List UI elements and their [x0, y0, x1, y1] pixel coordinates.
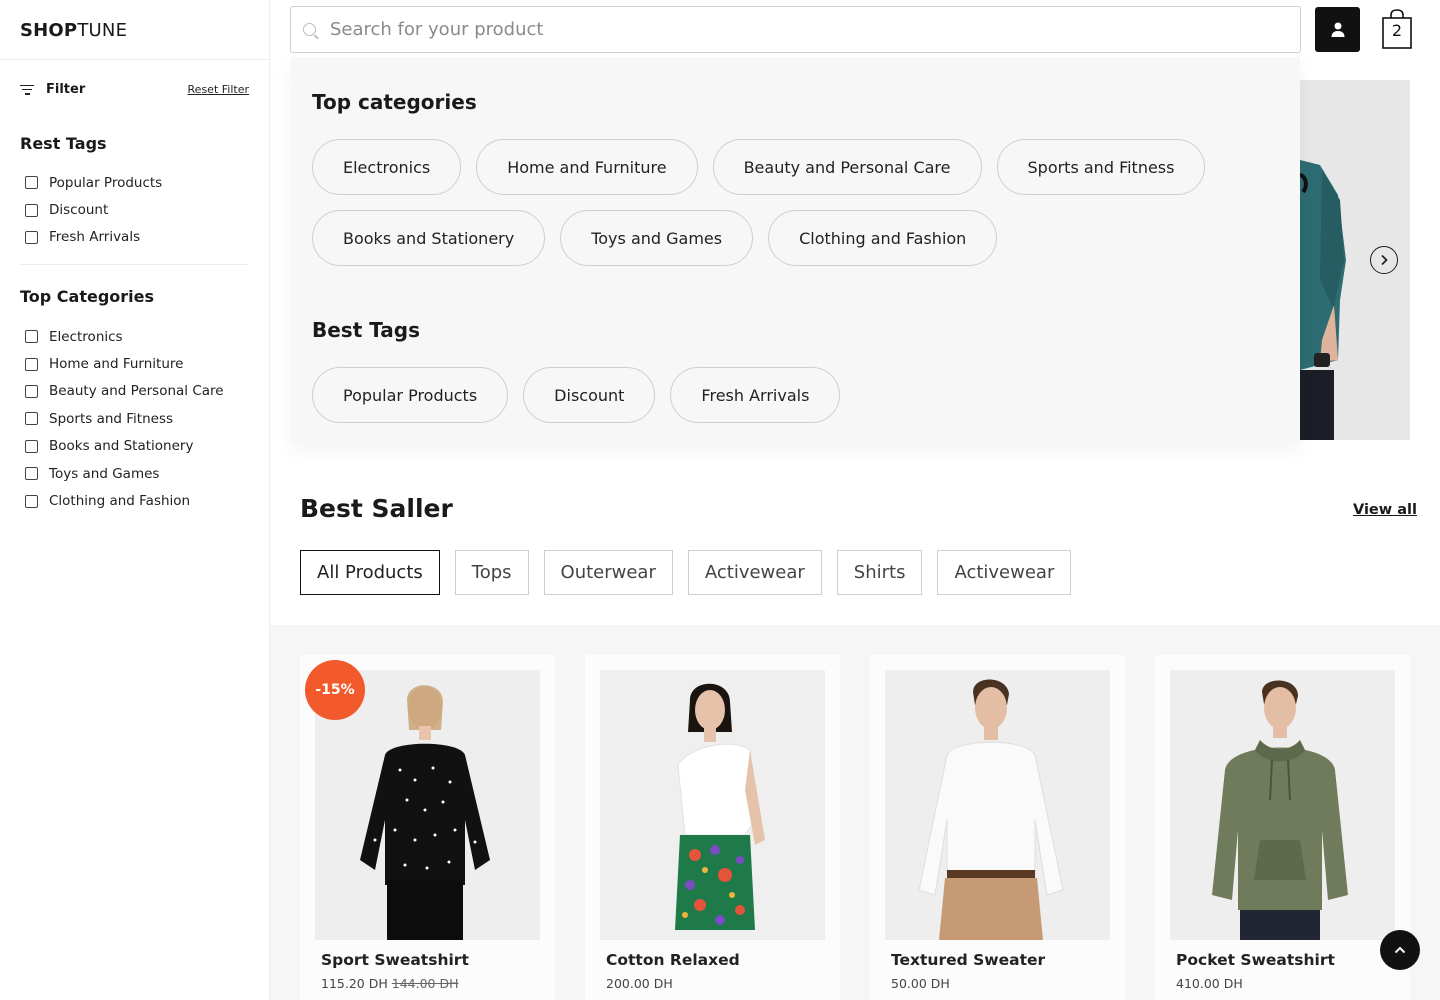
category-item[interactable]: Sports and Fitness	[25, 405, 224, 432]
tab-activewear-2[interactable]: Activewear	[937, 550, 1072, 595]
product-card[interactable]: Textured Sweater 50.00 DH	[870, 655, 1125, 1000]
product-name[interactable]: Textured Sweater	[891, 951, 1045, 969]
product-name[interactable]: Sport Sweatshirt	[321, 951, 469, 969]
tab-activewear[interactable]: Activewear	[687, 550, 822, 595]
search-icon	[303, 23, 316, 36]
tag-chips-row: Popular Products Discount Fresh Arrivals	[312, 367, 841, 423]
product-card[interactable]: Cotton Relaxed 200.00 DH	[585, 655, 840, 1000]
search-input[interactable]	[330, 19, 1230, 40]
view-all-link[interactable]: View all	[1353, 502, 1417, 518]
category-chip[interactable]: Books and Stationery	[312, 210, 546, 266]
dropdown-categories-title: Top categories	[312, 90, 477, 114]
search-dropdown: Top categories Electronics Home and Furn…	[291, 57, 1300, 442]
category-chip[interactable]: Beauty and Personal Care	[712, 139, 982, 195]
filter-toggle[interactable]: Filter	[20, 82, 85, 97]
rest-tag-item[interactable]: Fresh Arrivals	[25, 224, 162, 251]
top-categories-title: Top Categories	[20, 287, 155, 306]
product-price: 200.00 DH	[606, 976, 673, 991]
user-icon	[1331, 22, 1344, 37]
filter-icon	[20, 84, 34, 95]
discount-badge: -15%	[305, 660, 365, 720]
product-price: 50.00 DH	[891, 976, 950, 991]
checkbox[interactable]	[25, 439, 38, 453]
chevron-up-icon	[1394, 946, 1406, 954]
filter-label: Filter	[46, 82, 86, 97]
dropdown-tags-title: Best Tags	[312, 318, 421, 342]
product-price: 115.20 DH 144.00 DH	[321, 976, 459, 991]
best-seller-title: Best Saller	[300, 494, 453, 523]
product-image[interactable]	[1170, 670, 1395, 940]
tag-chip[interactable]: Popular Products	[312, 367, 509, 423]
checkbox[interactable]	[25, 230, 38, 244]
cart-count: 2	[1391, 21, 1403, 40]
rest-tags-list: Popular Products Discount Fresh Arrivals	[25, 169, 162, 251]
product-price: 410.00 DH	[1176, 976, 1243, 991]
tab-shirts[interactable]: Shirts	[836, 550, 923, 595]
checkbox[interactable]	[25, 330, 38, 344]
scroll-to-top-button[interactable]	[1380, 930, 1420, 970]
checkbox[interactable]	[25, 384, 38, 398]
checkbox[interactable]	[25, 494, 38, 508]
checkbox[interactable]	[25, 203, 38, 217]
tag-chip[interactable]: Discount	[523, 367, 656, 423]
category-item[interactable]: Home and Furniture	[25, 350, 224, 377]
category-chip[interactable]: Home and Furniture	[476, 139, 698, 195]
checkbox[interactable]	[25, 467, 38, 481]
tab-tops[interactable]: Tops	[454, 550, 529, 595]
product-name[interactable]: Cotton Relaxed	[606, 951, 740, 969]
category-item[interactable]: Electronics	[25, 323, 224, 350]
category-chip[interactable]: Electronics	[312, 139, 462, 195]
account-button[interactable]	[1315, 7, 1360, 52]
category-item[interactable]: Beauty and Personal Care	[25, 378, 224, 405]
hero-next-button[interactable]	[1370, 246, 1398, 274]
product-filter-tabs: All Products Tops Outerwear Activewear S…	[300, 550, 1072, 595]
category-chip[interactable]: Sports and Fitness	[996, 139, 1206, 195]
category-chip[interactable]: Clothing and Fashion	[768, 210, 998, 266]
search-bar[interactable]	[290, 6, 1301, 53]
product-image[interactable]	[600, 670, 825, 940]
checkbox[interactable]	[25, 176, 38, 190]
filter-row: Filter Reset Filter	[20, 82, 249, 97]
category-chips-row: Electronics Home and Furniture Beauty an…	[312, 139, 1206, 195]
divider	[20, 264, 248, 265]
product-image[interactable]	[885, 670, 1110, 940]
rest-tags-title: Rest Tags	[20, 134, 107, 153]
tag-chip[interactable]: Fresh Arrivals	[670, 367, 841, 423]
tab-outerwear[interactable]: Outerwear	[543, 550, 673, 595]
reset-filter-link[interactable]: Reset Filter	[188, 83, 249, 96]
rest-tag-item[interactable]: Discount	[25, 196, 162, 223]
sidebar: SHOPTUNE Filter Reset Filter Rest Tags P…	[0, 0, 270, 1000]
product-name[interactable]: Pocket Sweatshirt	[1176, 951, 1335, 969]
category-item[interactable]: Clothing and Fashion	[25, 487, 224, 514]
product-card[interactable]: Pocket Sweatshirt 410.00 DH	[1155, 655, 1410, 1000]
category-chips-row: Books and Stationery Toys and Games Clot…	[312, 210, 998, 266]
cart-button[interactable]: 2	[1381, 9, 1413, 49]
checkbox[interactable]	[25, 357, 38, 371]
category-chip[interactable]: Toys and Games	[560, 210, 754, 266]
chevron-right-icon	[1381, 254, 1388, 266]
tab-all-products[interactable]: All Products	[300, 550, 440, 595]
checkbox[interactable]	[25, 412, 38, 426]
category-item[interactable]: Toys and Games	[25, 460, 224, 487]
brand-logo[interactable]: SHOPTUNE	[20, 20, 127, 41]
old-price: 144.00 DH	[391, 976, 459, 991]
top-categories-list: Electronics Home and Furniture Beauty an…	[25, 323, 224, 515]
rest-tag-item[interactable]: Popular Products	[25, 169, 162, 196]
category-item[interactable]: Books and Stationery	[25, 433, 224, 460]
divider	[0, 59, 270, 60]
